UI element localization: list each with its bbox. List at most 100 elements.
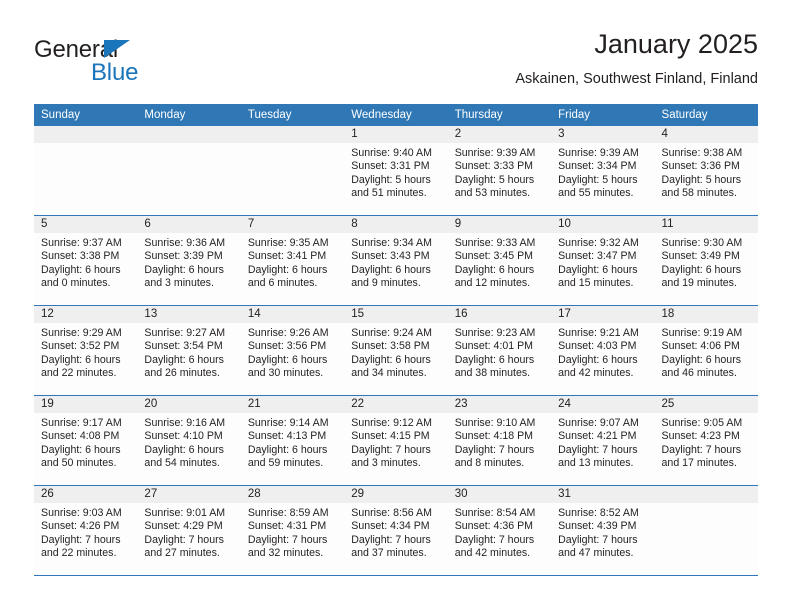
- weekday-header-monday: Monday: [137, 104, 241, 126]
- day-detail-sunrise: Sunrise: 9:27 AM: [144, 327, 226, 339]
- calendar-day-cell[interactable]: 22 Sunrise: 9:12 AM Sunset: 4:15 PM Dayligh…: [344, 395, 448, 486]
- day-detail-daylight1: Daylight: 6 hours: [41, 263, 121, 276]
- calendar-empty-cell: [137, 126, 241, 216]
- day-detail-daylight2: and 34 minutes.: [351, 366, 427, 379]
- day-details: Sunrise: 9:40 AM Sunset: 3:31 PM Daylight:…: [344, 143, 447, 200]
- day-detail-daylight2: and 22 minutes.: [41, 546, 117, 559]
- calendar-day-cell[interactable]: 7 Sunrise: 9:35 AM Sunset: 3:41 PM Daylight…: [240, 215, 345, 306]
- day-detail-sunrise: Sunrise: 9:26 AM: [247, 327, 329, 339]
- day-detail-daylight2: and 47 minutes.: [558, 546, 634, 559]
- day-detail-sunrise: Sunrise: 9:12 AM: [351, 417, 432, 429]
- day-detail-sunset: Sunset: 4:21 PM: [558, 430, 637, 443]
- day-details: Sunrise: 9:35 AM Sunset: 3:41 PM Daylight:…: [241, 233, 344, 290]
- day-cell-content: 17 Sunrise: 9:21 AM Sunset: 4:03 PM Dayligh…: [551, 306, 655, 395]
- day-detail-sunrise: Sunrise: 9:10 AM: [454, 417, 536, 429]
- calendar-day-cell[interactable]: 18 Sunrise: 9:19 AM Sunset: 4:06 PM Dayligh…: [654, 305, 758, 396]
- day-detail-daylight2: and 27 minutes.: [144, 546, 220, 559]
- day-number: 29: [344, 486, 448, 503]
- day-details: [655, 503, 758, 507]
- day-detail-daylight2: and 37 minutes.: [351, 546, 427, 559]
- day-detail-sunrise: Sunrise: 9:40 AM: [351, 147, 432, 159]
- calendar-day-cell[interactable]: 28 Sunrise: 8:59 AM Sunset: 4:31 PM Dayligh…: [240, 485, 345, 576]
- calendar-day-cell[interactable]: 31 Sunrise: 8:52 AM Sunset: 4:39 PM Dayligh…: [551, 485, 655, 576]
- day-detail-daylight1: Daylight: 7 hours: [454, 443, 535, 456]
- calendar-day-cell[interactable]: 24 Sunrise: 9:07 AM Sunset: 4:21 PM Dayligh…: [551, 395, 655, 486]
- day-detail-daylight2: and 9 minutes.: [351, 276, 421, 289]
- calendar-day-cell[interactable]: 13 Sunrise: 9:27 AM Sunset: 3:54 PM Dayligh…: [137, 305, 241, 396]
- calendar-day-cell[interactable]: 3 Sunrise: 9:39 AM Sunset: 3:34 PM Daylight…: [551, 126, 655, 216]
- day-detail-sunset: Sunset: 3:31 PM: [351, 160, 430, 173]
- calendar-day-cell[interactable]: 19 Sunrise: 9:17 AM Sunset: 4:08 PM Dayligh…: [34, 395, 138, 486]
- day-detail-daylight2: and 32 minutes.: [247, 546, 324, 559]
- calendar-day-cell[interactable]: 27 Sunrise: 9:01 AM Sunset: 4:29 PM Dayligh…: [137, 485, 241, 576]
- calendar-day-cell[interactable]: 15 Sunrise: 9:24 AM Sunset: 3:58 PM Dayligh…: [344, 305, 448, 396]
- calendar-day-cell[interactable]: 21 Sunrise: 9:14 AM Sunset: 4:13 PM Dayligh…: [240, 395, 345, 486]
- calendar-day-cell[interactable]: 25 Sunrise: 9:05 AM Sunset: 4:23 PM Dayligh…: [654, 395, 758, 486]
- calendar-day-cell[interactable]: 30 Sunrise: 8:54 AM Sunset: 4:36 PM Dayligh…: [447, 485, 552, 576]
- day-number: 14: [240, 306, 345, 323]
- day-cell-content: 18 Sunrise: 9:19 AM Sunset: 4:06 PM Dayligh…: [654, 306, 758, 395]
- day-detail-daylight1: Daylight: 7 hours: [558, 533, 638, 546]
- day-cell-content: 26 Sunrise: 9:03 AM Sunset: 4:26 PM Dayligh…: [34, 486, 138, 575]
- calendar-day-cell[interactable]: 11 Sunrise: 9:30 AM Sunset: 3:49 PM Dayligh…: [654, 215, 758, 306]
- day-detail-daylight1: Daylight: 6 hours: [41, 443, 121, 456]
- day-detail-daylight2: and 50 minutes.: [41, 456, 117, 469]
- day-detail-sunrise: Sunrise: 9:29 AM: [41, 327, 122, 339]
- day-detail-sunset: Sunset: 4:23 PM: [661, 430, 740, 443]
- day-cell-content: 10 Sunrise: 9:32 AM Sunset: 3:47 PM Dayligh…: [551, 216, 655, 305]
- day-detail-daylight2: and 42 minutes.: [558, 366, 634, 379]
- calendar-day-cell[interactable]: 14 Sunrise: 9:26 AM Sunset: 3:56 PM Dayligh…: [240, 305, 345, 396]
- day-detail-sunrise: Sunrise: 9:16 AM: [144, 417, 226, 429]
- day-detail-sunset: Sunset: 3:58 PM: [351, 340, 430, 353]
- calendar-day-cell[interactable]: 4 Sunrise: 9:38 AM Sunset: 3:36 PM Daylight…: [654, 126, 758, 216]
- day-number: 9: [447, 216, 552, 233]
- calendar-day-cell[interactable]: 16 Sunrise: 9:23 AM Sunset: 4:01 PM Dayligh…: [447, 305, 552, 396]
- calendar-empty-cell: [34, 126, 138, 216]
- day-detail-sunrise: Sunrise: 9:39 AM: [558, 147, 639, 159]
- day-detail-sunset: Sunset: 4:18 PM: [454, 430, 534, 443]
- day-detail-sunset: Sunset: 4:15 PM: [351, 430, 430, 443]
- page-title: January 2025: [594, 29, 758, 59]
- calendar-day-cell[interactable]: 6 Sunrise: 9:36 AM Sunset: 3:39 PM Daylight…: [137, 215, 241, 306]
- calendar-day-cell[interactable]: 5 Sunrise: 9:37 AM Sunset: 3:38 PM Daylight…: [34, 215, 138, 306]
- calendar-day-cell[interactable]: 1 Sunrise: 9:40 AM Sunset: 3:31 PM Daylight…: [344, 126, 448, 216]
- day-detail-daylight1: Daylight: 6 hours: [661, 353, 742, 366]
- day-details: Sunrise: 9:21 AM Sunset: 4:03 PM Daylight:…: [551, 323, 654, 380]
- day-detail-daylight1: Daylight: 6 hours: [247, 353, 328, 366]
- day-details: Sunrise: 9:39 AM Sunset: 3:34 PM Daylight:…: [551, 143, 654, 200]
- day-detail-sunset: Sunset: 4:03 PM: [558, 340, 637, 353]
- day-cell-content: 5 Sunrise: 9:37 AM Sunset: 3:38 PM Daylight…: [34, 216, 138, 305]
- calendar-day-cell[interactable]: 20 Sunrise: 9:16 AM Sunset: 4:10 PM Dayligh…: [137, 395, 241, 486]
- calendar-day-cell[interactable]: 23 Sunrise: 9:10 AM Sunset: 4:18 PM Dayligh…: [447, 395, 552, 486]
- weekday-header-wednesday: Wednesday: [344, 104, 448, 126]
- day-number: 28: [240, 486, 345, 503]
- day-detail-sunset: Sunset: 3:38 PM: [41, 250, 120, 263]
- day-detail-sunset: Sunset: 3:34 PM: [558, 160, 637, 173]
- day-detail-sunrise: Sunrise: 9:14 AM: [247, 417, 329, 429]
- calendar-day-cell[interactable]: 2 Sunrise: 9:39 AM Sunset: 3:33 PM Daylight…: [447, 126, 552, 216]
- day-number: 18: [654, 306, 758, 323]
- day-detail-daylight1: Daylight: 5 hours: [558, 173, 638, 186]
- day-detail-sunrise: Sunrise: 8:56 AM: [351, 507, 432, 519]
- weekday-header-sunday: Sunday: [34, 104, 138, 126]
- calendar-day-cell[interactable]: 8 Sunrise: 9:34 AM Sunset: 3:43 PM Daylight…: [344, 215, 448, 306]
- day-cell-content: [240, 126, 345, 215]
- calendar-day-cell[interactable]: 17 Sunrise: 9:21 AM Sunset: 4:03 PM Dayligh…: [551, 305, 655, 396]
- day-detail-daylight2: and 15 minutes.: [558, 276, 634, 289]
- day-detail-sunset: Sunset: 3:45 PM: [454, 250, 534, 263]
- day-detail-sunset: Sunset: 3:56 PM: [247, 340, 327, 353]
- calendar-body: 1 Sunrise: 9:40 AM Sunset: 3:31 PM Daylight…: [34, 126, 758, 576]
- calendar-day-cell[interactable]: 29 Sunrise: 8:56 AM Sunset: 4:34 PM Dayligh…: [344, 485, 448, 576]
- calendar-day-cell[interactable]: 9 Sunrise: 9:33 AM Sunset: 3:45 PM Daylight…: [447, 215, 552, 306]
- day-detail-daylight2: and 6 minutes.: [247, 276, 318, 289]
- calendar-empty-cell: [240, 126, 345, 216]
- day-number: 13: [137, 306, 241, 323]
- calendar-day-cell[interactable]: 10 Sunrise: 9:32 AM Sunset: 3:47 PM Dayligh…: [551, 215, 655, 306]
- calendar-day-cell[interactable]: 26 Sunrise: 9:03 AM Sunset: 4:26 PM Dayligh…: [34, 485, 138, 576]
- day-detail-daylight2: and 30 minutes.: [247, 366, 324, 379]
- calendar-day-cell[interactable]: 12 Sunrise: 9:29 AM Sunset: 3:52 PM Dayligh…: [34, 305, 138, 396]
- day-detail-sunset: Sunset: 3:47 PM: [558, 250, 637, 263]
- brand-logo[interactable]: General Blue: [34, 28, 254, 90]
- day-detail-daylight2: and 12 minutes.: [454, 276, 531, 289]
- day-number: 26: [34, 486, 138, 503]
